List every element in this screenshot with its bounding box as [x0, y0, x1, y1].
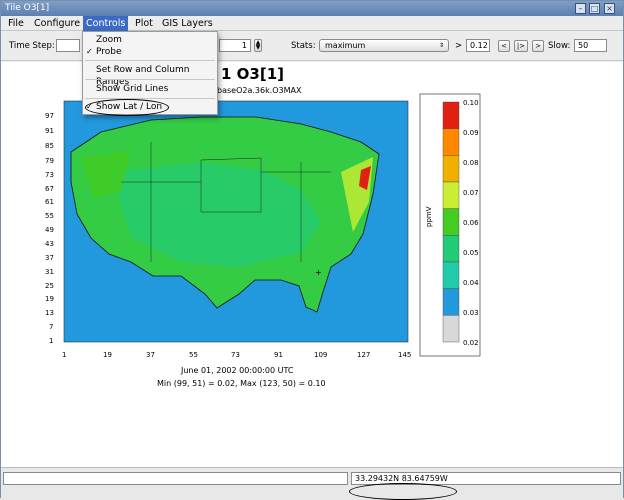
y-tick-label: 1 [49, 337, 53, 345]
coordinate-highlight-ellipse [349, 483, 457, 500]
legend-tick-label: 0.09 [463, 129, 479, 137]
time-step-input[interactable]: 1 [219, 39, 251, 52]
status-bar: 33.29432N 83.64759W [1, 467, 623, 500]
legend-color-swatch [442, 155, 460, 183]
legend-color-swatch [442, 101, 460, 129]
x-tick-label: 91 [274, 351, 283, 359]
time-step-label: Time Step: [9, 41, 55, 51]
menu-item-probe[interactable]: ✓ Probe [83, 46, 217, 58]
legend-color-swatch [442, 208, 460, 236]
menu-separator [85, 98, 215, 99]
y-tick-label: 37 [45, 254, 54, 262]
x-tick-label: 37 [146, 351, 155, 359]
y-tick-label: 91 [45, 127, 54, 135]
x-tick-label: 127 [357, 351, 370, 359]
slow-input[interactable]: 50 [574, 39, 607, 52]
menu-item-show-grid-lines[interactable]: Show Grid Lines [83, 83, 217, 95]
stats-selected-value: maximum [325, 41, 366, 50]
menu-item-zoom[interactable]: Zoom [83, 34, 217, 46]
x-tick-label: 55 [189, 351, 198, 359]
next-step-button[interactable]: > [532, 40, 544, 52]
legend-tick-label: 0.05 [463, 249, 479, 257]
y-tick-label: 7 [49, 323, 53, 331]
legend-labels: 0.10 0.09 0.08 0.07 0.06 0.05 0.04 0.03 0.02 [463, 99, 479, 347]
plot-subtitle: baseO2a.36k.O3MAX [217, 86, 302, 95]
legend-color-swatch [442, 128, 460, 156]
x-tick-label: 1 [62, 351, 66, 359]
x-axis: 1 19 37 55 73 91 109 127 145 [62, 351, 411, 359]
menu-separator [85, 79, 215, 80]
menu-configure[interactable]: Configure [31, 16, 83, 31]
slow-label: Slow: [548, 41, 571, 51]
legend-tick-label: 0.08 [463, 159, 479, 167]
menu-gis-layers[interactable]: GIS Layers [159, 16, 216, 31]
tile-plot: 1 O3[1] baseO2a.36k.O3MAX + 97 91 85 79 … [45, 65, 481, 388]
status-message-field [3, 472, 348, 485]
prev-step-button[interactable]: < [498, 40, 510, 52]
probe-marker-icon: + [315, 268, 322, 277]
menu-file[interactable]: File [5, 16, 27, 31]
y-tick-label: 55 [45, 212, 54, 220]
menu-controls[interactable]: Controls [83, 16, 129, 31]
minimize-icon[interactable]: – [575, 3, 586, 14]
plot-area: 1 O3[1] baseO2a.36k.O3MAX + 97 91 85 79 … [1, 62, 623, 467]
menu-item-set-ranges[interactable]: Set Row and Column Ranges [83, 64, 217, 87]
app-window: Tile O3[1] – □ × File Configure Controls… [0, 0, 624, 500]
y-tick-label: 43 [45, 240, 54, 248]
coordinate-text: 33.29432N 83.64759W [355, 474, 448, 483]
legend-color-swatch [442, 261, 460, 289]
y-tick-label: 85 [45, 142, 54, 150]
plot-min-max: Min (99, 51) = 0.02, Max (123, 50) = 0.1… [157, 379, 326, 388]
select-arrows-icon: ⇕ [438, 42, 444, 49]
stats-select[interactable]: maximum ⇕ [319, 39, 449, 52]
y-tick-label: 79 [45, 157, 54, 165]
threshold-input[interactable]: 0.12 [466, 39, 490, 52]
y-tick-label: 67 [45, 185, 54, 193]
stats-label: Stats: [291, 41, 316, 51]
plot-title: 1 O3[1] [221, 65, 284, 83]
menu-separator [85, 60, 215, 61]
y-tick-label: 73 [45, 171, 54, 179]
legend-color-bar [442, 101, 460, 343]
legend-tick-label: 0.03 [463, 309, 479, 317]
y-tick-label: 13 [45, 309, 54, 317]
check-icon: ✓ [86, 47, 93, 56]
legend-tick-label: 0.02 [463, 339, 479, 347]
threshold-symbol: > [455, 41, 463, 51]
menu-bar: File Configure Controls Plot GIS Layers [1, 16, 623, 31]
title-bar: Tile O3[1] – □ × [1, 1, 623, 16]
legend-tick-label: 0.10 [463, 99, 479, 107]
close-icon[interactable]: × [604, 3, 615, 14]
time-step-slider-track[interactable] [56, 39, 80, 52]
legend-color-swatch [442, 315, 460, 343]
maximize-icon[interactable]: □ [589, 3, 600, 14]
y-tick-label: 19 [45, 295, 54, 303]
y-axis: 97 91 85 79 73 67 61 55 49 43 37 31 25 1… [45, 112, 54, 345]
legend-tick-label: 0.04 [463, 279, 479, 287]
y-tick-label: 61 [45, 198, 54, 206]
x-tick-label: 19 [103, 351, 112, 359]
y-tick-label: 97 [45, 112, 54, 120]
y-tick-label: 49 [45, 226, 54, 234]
plot-date: June 01, 2002 00:00:00 UTC [180, 366, 294, 375]
window-title: Tile O3[1] [5, 3, 50, 13]
lat-lon-highlight-ellipse [85, 99, 169, 116]
time-step-spinner[interactable]: ▲ ▼ [254, 39, 262, 52]
legend-color-swatch [442, 235, 460, 263]
x-tick-label: 73 [231, 351, 240, 359]
play-button[interactable]: |> [514, 40, 528, 52]
menu-plot[interactable]: Plot [132, 16, 156, 31]
legend-unit-label: ppmV [425, 206, 433, 227]
x-tick-label: 109 [314, 351, 327, 359]
legend-color-swatch [442, 288, 460, 316]
y-tick-label: 31 [45, 268, 54, 276]
legend-tick-label: 0.06 [463, 219, 479, 227]
legend-color-swatch [442, 181, 460, 209]
x-tick-label: 145 [398, 351, 411, 359]
legend-tick-label: 0.07 [463, 189, 479, 197]
y-tick-label: 25 [45, 282, 54, 290]
